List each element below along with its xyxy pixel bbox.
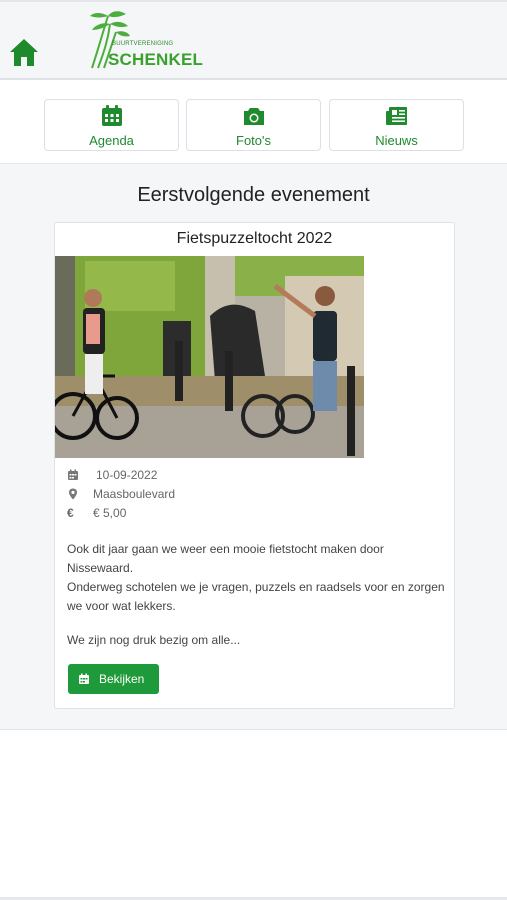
nav-photos-label: Foto's <box>236 133 271 148</box>
logo-small-text: BUURTVERENIGING <box>112 41 174 47</box>
nav-news-label: Nieuws <box>375 133 418 148</box>
event-title: Fietspuzzeltocht 2022 <box>176 230 333 247</box>
camera-icon <box>244 108 264 125</box>
event-description-2: Onderweg schotelen we je vragen, puzzels… <box>67 580 445 613</box>
calendar-icon <box>102 105 122 126</box>
calendar-icon <box>79 673 89 684</box>
event-description-3: We zijn nog druk bezig om alle... <box>67 633 241 647</box>
nav-bar: Agenda Foto's Nieuws <box>0 80 507 164</box>
view-event-button-label: Bekijken <box>99 672 145 686</box>
calendar-icon <box>68 469 78 480</box>
map-marker-icon <box>69 488 77 500</box>
nav-agenda-label: Agenda <box>89 133 134 148</box>
logo-brand-text: SCHENKEL <box>108 50 204 69</box>
event-location-text: Maasboulevard <box>93 487 176 501</box>
event-photo-image <box>55 256 364 458</box>
nav-photos-button[interactable]: Foto's <box>186 99 321 151</box>
home-icon[interactable] <box>8 36 40 68</box>
euro-icon: € <box>67 506 74 520</box>
logo[interactable]: BUURTVERENIGING SCHENKEL <box>84 10 208 70</box>
event-card: Fietspuzzeltocht 2022 10-09-2022 Maasbou… <box>54 222 455 709</box>
event-photo[interactable] <box>55 256 364 458</box>
nav-news-button[interactable]: Nieuws <box>329 99 464 151</box>
main-section: Eerstvolgende evenement Fietspuzzeltocht… <box>0 164 507 730</box>
header: BUURTVERENIGING SCHENKEL <box>0 0 507 80</box>
event-description-1: Ook dit jaar gaan we weer een mooie fiet… <box>67 542 384 575</box>
section-title: Eerstvolgende evenement <box>137 184 370 206</box>
nav-agenda-button[interactable]: Agenda <box>44 99 179 151</box>
newspaper-icon <box>386 107 407 125</box>
view-event-button[interactable]: Bekijken <box>68 664 159 694</box>
event-price-text: € 5,00 <box>93 506 127 520</box>
event-date-text: 10-09-2022 <box>96 468 158 482</box>
